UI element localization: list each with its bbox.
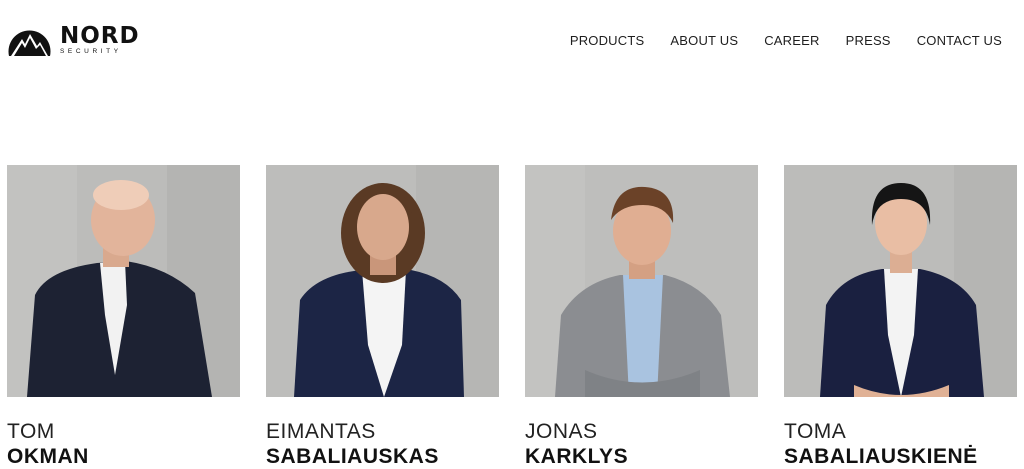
team-card-toma-sabaliauskiene[interactable]: TOMA SABALIAUSKIENĖ (784, 165, 1017, 469)
last-name: KARKLYS (525, 445, 629, 468)
last-name: SABALIAUSKAS (266, 445, 439, 468)
nord-security-logo[interactable]: NORD SECURITY (7, 22, 140, 58)
first-name: JONAS (525, 420, 598, 443)
last-name: OKMAN (7, 445, 89, 468)
team-card-eimantas-sabaliauskas[interactable]: EIMANTAS SABALIAUSKAS (266, 165, 499, 469)
team-grid: TOM OKMAN EIMANTAS SABALIAUSKAS JONAS KA… (7, 165, 1017, 469)
nav-career[interactable]: CAREER (764, 33, 819, 48)
nav-contact-us[interactable]: CONTACT US (917, 33, 1002, 48)
portrait-photo (525, 165, 758, 397)
portrait-photo (784, 165, 1017, 397)
nav-about-us[interactable]: ABOUT US (670, 33, 738, 48)
site-header: NORD SECURITY PRODUCTS ABOUT US CAREER P… (0, 0, 1024, 80)
first-name: TOMA (784, 420, 847, 443)
brand-name: NORD (60, 22, 140, 49)
first-name: TOM (7, 420, 55, 443)
nav-press[interactable]: PRESS (846, 33, 891, 48)
portrait-photo (7, 165, 240, 397)
team-card-jonas-karklys[interactable]: JONAS KARKLYS (525, 165, 758, 469)
main-navigation: PRODUCTS ABOUT US CAREER PRESS CONTACT U… (570, 33, 1002, 48)
last-name: SABALIAUSKIENĖ (784, 445, 978, 468)
mountain-logo-icon (8, 30, 51, 56)
first-name: EIMANTAS (266, 420, 376, 443)
nav-products[interactable]: PRODUCTS (570, 33, 645, 48)
brand-subtitle: SECURITY (60, 47, 122, 55)
portrait-photo (266, 165, 499, 397)
team-card-tom-okman[interactable]: TOM OKMAN (7, 165, 240, 469)
